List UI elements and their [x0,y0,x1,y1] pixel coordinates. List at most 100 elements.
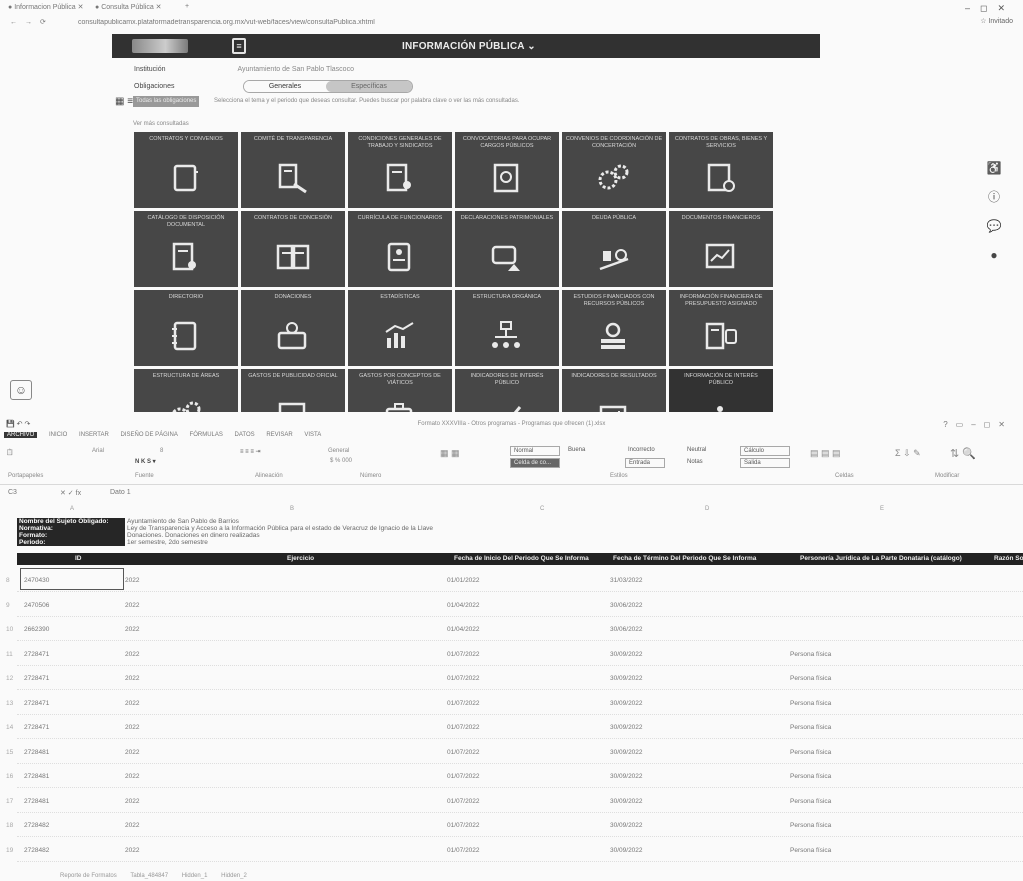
style-neutral[interactable]: Neutral [684,446,724,456]
table-row[interactable]: 9 2470506 2022 01/04/2022 30/06/2022 [0,593,1023,617]
cell-id[interactable]: 2470506 [24,602,49,609]
cell-fecha-inicio[interactable]: 01/07/2022 [447,700,480,707]
cell-id[interactable]: 2728471 [24,724,49,731]
cell-id[interactable]: 2728481 [24,798,49,805]
tab-vista[interactable]: VISTA [304,432,321,438]
obligation-tile[interactable]: Contratos de concesión [241,211,345,287]
obligation-tile[interactable]: Contratos y convenios [134,132,238,208]
table-row[interactable]: 12 2728471 2022 01/07/2022 30/09/2022 Persona… [0,666,1023,690]
row-number[interactable]: 18 [6,822,13,829]
cell-fecha-termino[interactable]: 30/09/2022 [610,675,643,682]
cell-ejercicio[interactable]: 2022 [125,577,139,584]
style-entrada[interactable]: Entrada [625,458,665,468]
browser-tab[interactable]: ● Informacion Pública ✕ [8,3,83,11]
cell-id[interactable]: 2728482 [24,847,49,854]
cell-personeria[interactable]: Persona física [790,724,831,731]
table-row[interactable]: 19 2728482 2022 01/07/2022 30/09/2022 Persona… [0,838,1023,862]
header-ejercicio[interactable]: Ejercicio [287,553,314,565]
style-normal[interactable]: Normal [510,446,560,456]
obligation-tile[interactable]: Convocatorias para ocupar cargos público… [455,132,559,208]
table-row[interactable]: 10 2662390 2022 01/04/2022 30/06/2022 [0,617,1023,641]
cell-fecha-inicio[interactable]: 01/07/2022 [447,724,480,731]
name-box[interactable]: C3 [8,489,17,496]
up-icon[interactable]: ● [985,247,1003,263]
row-number[interactable]: 15 [6,749,13,756]
style-celda-comprobacion[interactable]: Celda de co... [510,458,560,468]
cell-fecha-termino[interactable]: 30/09/2022 [610,773,643,780]
header-razon-social[interactable]: Razón Soc [994,553,1023,565]
tab-archivo[interactable]: ARCHIVO [4,432,38,438]
bold-italic-icons[interactable]: N K S ▾ [135,458,156,465]
tab-inicio[interactable]: INICIO [49,432,67,438]
obligation-tile[interactable]: Gastos por conceptos de viáticos [348,369,452,412]
nav-back-forward-icons[interactable]: ←→⟳ [10,18,54,26]
header-fecha-inicio[interactable]: Fecha de Inicio Del Periodo Que Se Infor… [454,553,589,565]
table-row[interactable]: 16 2728481 2022 01/07/2022 30/09/2022 Persona… [0,764,1023,788]
obligation-tile[interactable]: Currícula de funcionarios [348,211,452,287]
cell-fecha-inicio[interactable]: 01/01/2022 [447,577,480,584]
cell-fecha-inicio[interactable]: 01/04/2022 [447,626,480,633]
institucion-select[interactable]: Ayuntamiento de San Pablo Tlascoco [237,66,353,73]
cell-fecha-inicio[interactable]: 01/07/2022 [447,651,480,658]
row-number[interactable]: 19 [6,847,13,854]
fx-icon[interactable]: ✕ ✓ fx [60,489,81,497]
sheet-tab-hidden2[interactable]: Hidden_2 [221,873,247,879]
style-calculo[interactable]: Cálculo [740,446,790,456]
cell-ejercicio[interactable]: 2022 [125,773,139,780]
conditional-format-icon[interactable]: ▦ ▦ [440,448,460,459]
obligation-tile[interactable]: Gastos de publicidad oficial [241,369,345,412]
row-number[interactable]: 9 [6,602,10,609]
sheet-tab-reporte[interactable]: Reporte de Formatos [60,873,117,879]
row-number[interactable]: 16 [6,773,13,780]
align-icons[interactable]: ≡ ≡ ≡ ⇥ [240,448,261,455]
cell-fecha-termino[interactable]: 31/03/2022 [610,577,643,584]
cell-id[interactable]: 2728471 [24,700,49,707]
column-c-header[interactable]: C [540,506,544,512]
cell-id[interactable]: 2728482 [24,822,49,829]
tab-datos[interactable]: DATOS [235,432,255,438]
cell-id[interactable]: 2728481 [24,749,49,756]
cell-ejercicio[interactable]: 2022 [125,602,139,609]
cell-id[interactable]: 2728471 [24,675,49,682]
cell-personeria[interactable]: Persona física [790,822,831,829]
header-fecha-termino[interactable]: Fecha de Término Del Periodo Que Se Info… [613,553,756,565]
window-controls[interactable]: –◻✕ [965,3,1015,14]
obligation-tile[interactable]: Declaraciones patrimoniales [455,211,559,287]
tab-especificas[interactable]: Específicas [326,81,412,92]
table-row[interactable]: 14 2728471 2022 01/07/2022 30/09/2022 Persona… [0,715,1023,739]
obligation-tile[interactable]: Convenios de coordinación de concertació… [562,132,666,208]
cell-ejercicio[interactable]: 2022 [125,675,139,682]
obligation-tile[interactable]: Catálogo de disposición documental [134,211,238,287]
cell-ejercicio[interactable]: 2022 [125,822,139,829]
tab-generales[interactable]: Generales [244,81,326,92]
table-row[interactable]: 15 2728481 2022 01/07/2022 30/09/2022 Persona… [0,740,1023,764]
obligation-tile[interactable]: Información financiera de presupuesto as… [669,290,773,366]
row-number[interactable]: 8 [6,577,10,584]
tab-diseno[interactable]: DISEÑO DE PÁGINA [121,432,178,438]
cell-fecha-termino[interactable]: 30/06/2022 [610,602,643,609]
row-number[interactable]: 10 [6,626,13,633]
obligation-tile[interactable]: Directorio [134,290,238,366]
cell-id[interactable]: 2470430 [24,577,49,584]
profile-button[interactable]: ☆ Invitado [980,17,1013,25]
new-tab-icon[interactable]: + [185,3,189,10]
cell-fecha-inicio[interactable]: 01/07/2022 [447,675,480,682]
font-size-select[interactable]: 8 [160,448,163,454]
row-number[interactable]: 17 [6,798,13,805]
cell-personeria[interactable]: Persona física [790,749,831,756]
tab-formulas[interactable]: FÓRMULAS [190,432,223,438]
table-row[interactable]: 11 2728471 2022 01/07/2022 30/09/2022 Persona… [0,642,1023,666]
column-d-header[interactable]: D [705,506,709,512]
page-title[interactable]: INFORMACIÓN PÚBLICA ⌄ [402,41,536,52]
cell-personeria[interactable]: Persona física [790,700,831,707]
obligation-tile[interactable]: Condiciones generales de trabajo y sindi… [348,132,452,208]
tab-revisar[interactable]: REVISAR [266,432,292,438]
sum-icon[interactable]: Σ ⇩ ✎ [895,448,921,459]
browser-tab-2[interactable]: ● Consulta Pública ✕ [95,3,162,11]
column-b-header[interactable]: B [290,506,294,512]
table-row[interactable]: 17 2728481 2022 01/07/2022 30/09/2022 Persona… [0,789,1023,813]
help-chat-icon[interactable]: 💬 [985,218,1003,234]
obligation-tile[interactable]: Indicadores de interés público [455,369,559,412]
cell-fecha-termino[interactable]: 30/09/2022 [610,724,643,731]
cell-ejercicio[interactable]: 2022 [125,798,139,805]
